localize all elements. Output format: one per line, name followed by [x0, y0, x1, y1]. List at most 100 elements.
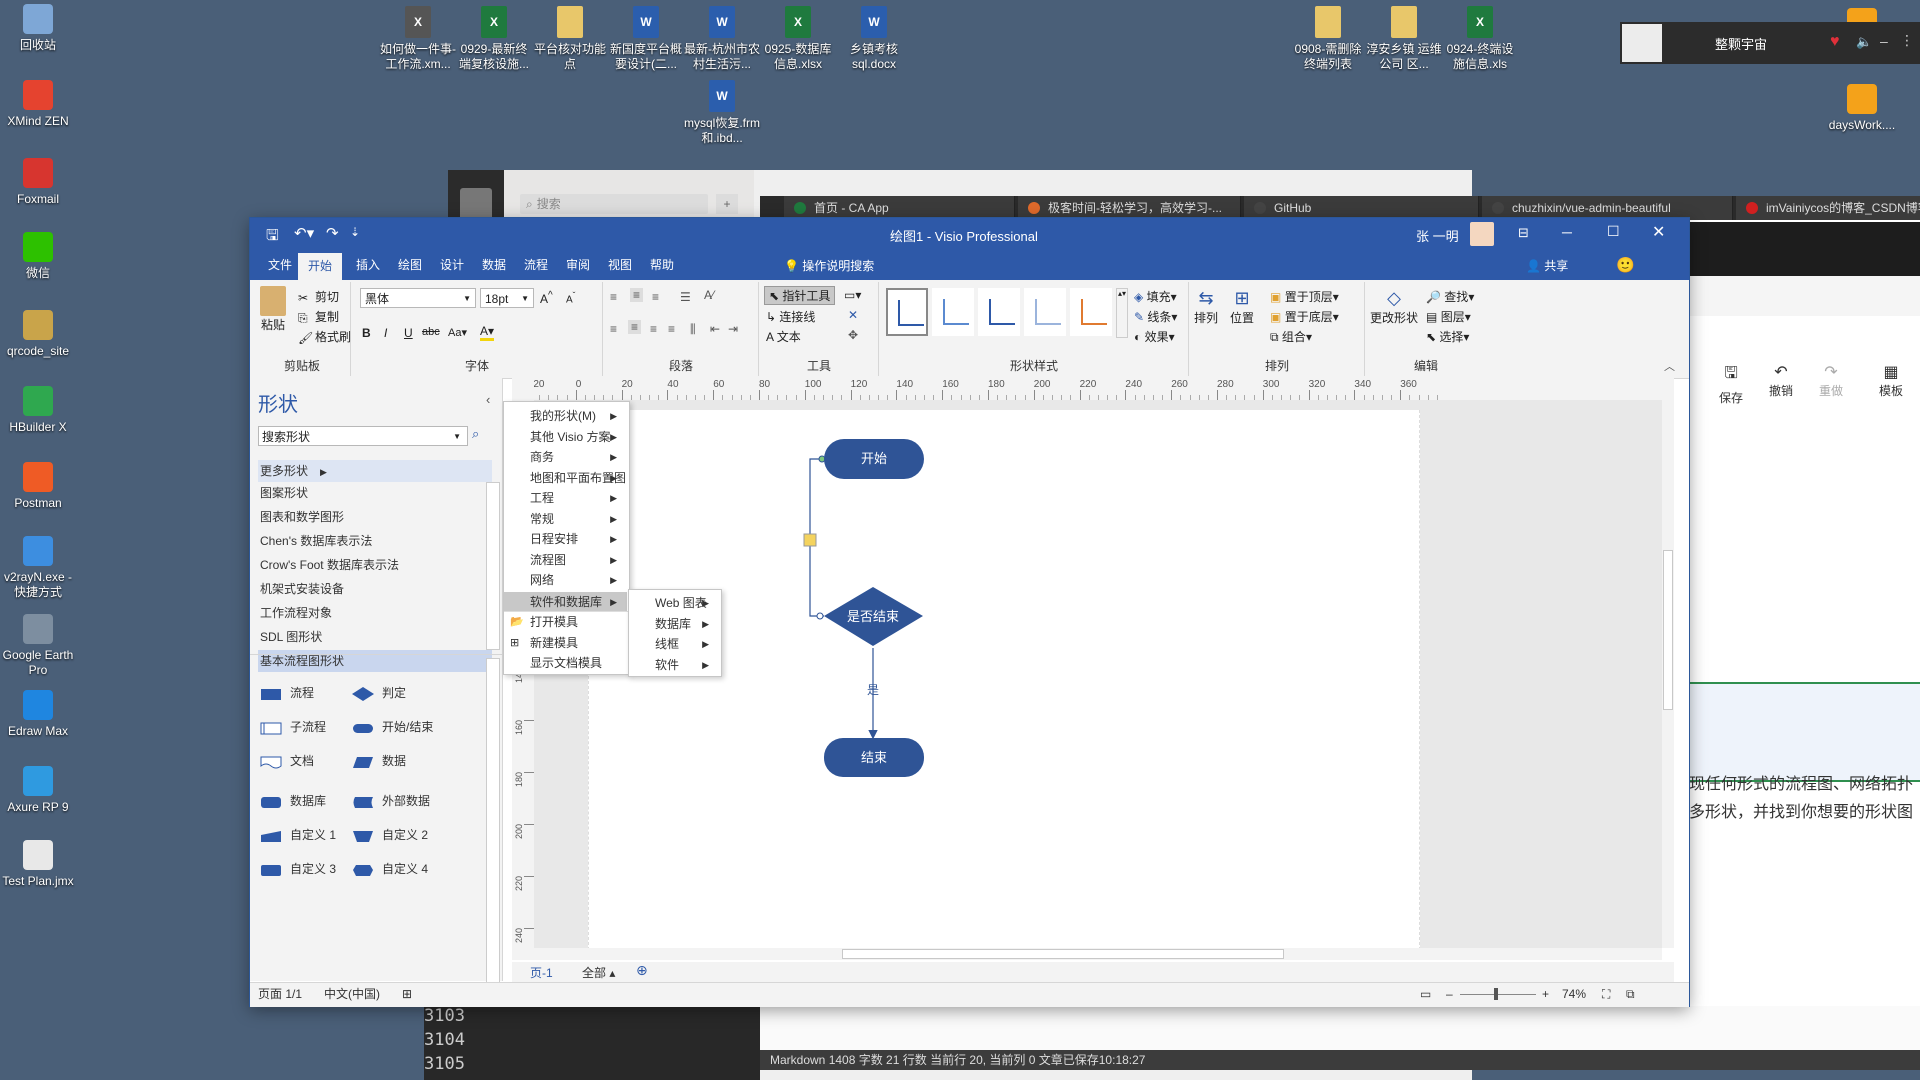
desktop-icon[interactable]: Google Earth Pro [0, 614, 76, 678]
menu-item[interactable]: 流程图 ▶ [504, 550, 627, 570]
desktop-file[interactable]: 淳安乡镇 运维公司 区... [1366, 6, 1442, 72]
connector-end-handle[interactable] [816, 612, 824, 620]
desktop-icon[interactable]: Foxmail [0, 158, 76, 207]
tab-favicon-icon [1254, 202, 1266, 214]
yes-label: 是 [867, 683, 879, 697]
language-status: 中文(中国) [324, 987, 380, 1001]
desktop-icon[interactable]: qrcode_site [0, 310, 76, 359]
desktop-icon[interactable]: 回收站 [0, 4, 76, 53]
menu-item[interactable]: 工程 ▶ [504, 488, 627, 508]
menu-item[interactable]: 我的形状(M) ▶ [504, 406, 627, 426]
desktop-file[interactable]: W 最新-杭州市农村生活污... [684, 6, 760, 72]
menu-item[interactable]: 地图和平面布置图 ▶ [504, 468, 627, 488]
v2ray-icon [23, 536, 53, 566]
desktop-file[interactable]: W 新国度平台概要设计(二... [608, 6, 684, 72]
desktop-file[interactable]: 平台核对功能点 [532, 6, 608, 72]
desktop-file[interactable]: X 0925-数据库信息.xlsx [760, 6, 836, 72]
menu-item[interactable]: ⊞ 新建模具 [504, 633, 627, 653]
presentation-mode-icon[interactable]: ▭ [1420, 983, 1431, 1005]
new-stencil-icon: ⊞ [510, 636, 520, 649]
page-tab-1[interactable]: 页-1 [530, 964, 553, 981]
vertical-scrollbar[interactable] [1662, 400, 1674, 948]
menu-item[interactable]: 显示文档模具 [504, 653, 627, 673]
background-code-editor: 3103 3104 3105 [424, 1000, 760, 1080]
zoom-slider-thumb[interactable] [1494, 988, 1498, 1000]
desktop-icon[interactable]: 微信 [0, 232, 76, 281]
add-page-icon[interactable]: ⊕ [636, 962, 648, 979]
add-chat-button[interactable]: + [716, 194, 738, 214]
volume-icon[interactable]: 🔈 [1856, 34, 1872, 50]
zoom-level[interactable]: 74% [1562, 983, 1586, 1005]
menu-item[interactable]: 其他 Visio 方案 ▶ [504, 427, 627, 447]
desktop-file[interactable]: 0908-需删除终端列表 [1290, 6, 1366, 72]
end-label: 结束 [861, 750, 887, 765]
submenu-item[interactable]: 数据库 ▶ [629, 614, 719, 634]
decision-shape[interactable]: 是否结束 [824, 587, 923, 646]
drag-icon[interactable]: ⋮ [1900, 32, 1914, 49]
browser-tab[interactable]: GitHub [1244, 196, 1479, 220]
page-number-status[interactable]: 页面 1/1 [258, 983, 302, 1005]
undo-button[interactable]: ↶ 撤销 [1769, 362, 1793, 399]
tab-favicon-icon [1746, 202, 1758, 214]
menu-item[interactable]: 商务 ▶ [504, 447, 627, 467]
submenu-item[interactable]: 线框 ▶ [629, 634, 719, 654]
zoom-slider[interactable] [1460, 988, 1536, 1000]
desktop-icon[interactable]: daysWork.... [1824, 84, 1900, 133]
desktop-file[interactable]: W 乡镇考核sql.docx [836, 6, 912, 72]
desktop-icon-label: HBuilder X [9, 420, 67, 434]
redo-button[interactable]: ↷ 重做 [1819, 362, 1843, 399]
desktop-file[interactable]: X 0924-终端设施信息.xls [1442, 6, 1518, 72]
submenu-item-label: Web 图表 [655, 596, 707, 610]
submenu-arrow-icon: ▶ [610, 431, 617, 442]
zoom-out-icon[interactable]: – [1446, 983, 1453, 1005]
editor-line-number: 3104 [424, 1030, 465, 1050]
browser-tab[interactable]: 首页 - CA App [784, 196, 1015, 220]
vertical-scroll-thumb[interactable] [1663, 550, 1673, 710]
desktop-icon[interactable]: v2rayN.exe - 快捷方式 [0, 536, 76, 600]
heart-icon[interactable]: ♥ [1830, 33, 1840, 51]
minimize-icon[interactable]: – [1880, 33, 1888, 49]
desktop-file[interactable]: Wmysql恢复.frm和.ibd... [684, 80, 760, 146]
desktop-icon[interactable]: HBuilder X [0, 386, 76, 435]
submenu-item[interactable]: Web 图表 ▶ [629, 593, 719, 613]
horizontal-scroll-thumb[interactable] [842, 949, 1284, 959]
menu-item[interactable]: 📂 打开模具 [504, 612, 627, 632]
switch-windows-icon[interactable]: ⧉ [1626, 983, 1635, 1005]
desktop-icon[interactable]: Postman [0, 462, 76, 511]
desktop-icon[interactable]: Edraw Max [0, 690, 76, 739]
desktop-icon[interactable]: XMind ZEN [0, 80, 76, 129]
start-shape[interactable]: 开始 [824, 439, 924, 479]
menu-item[interactable]: 软件和数据库 ▶ [504, 592, 627, 612]
horizontal-scrollbar[interactable] [512, 948, 1662, 960]
submenu-item[interactable]: 软件 ▶ [629, 655, 719, 675]
fit-page-icon[interactable]: ⛶ [1602, 983, 1610, 1005]
connector-control-handle[interactable] [803, 533, 817, 547]
all-pages-tab[interactable]: 全部 ▴ [582, 964, 615, 981]
menu-item[interactable]: 日程安排 ▶ [504, 529, 627, 549]
menu-item[interactable]: 常规 ▶ [504, 509, 627, 529]
editor-line-number: 3103 [424, 1006, 465, 1026]
flowchart-diagram[interactable]: 开始 是否结束 是 结束 [250, 218, 1689, 1006]
macro-record-icon[interactable]: ⊞ [402, 983, 412, 1005]
save-button[interactable]: 🖫 保存 [1719, 362, 1743, 406]
desktop-file[interactable]: X 如何做一件事-工作流.xm... [380, 6, 456, 72]
chat-search-input[interactable]: ⌕ 搜索 [520, 194, 708, 214]
chat-search-placeholder: 搜索 [536, 197, 561, 211]
word-doc-icon: W [709, 6, 735, 38]
submenu-item-label: 线框 [655, 637, 680, 651]
browser-tab[interactable]: imVainiycos的博客_CSDN博客 [1736, 196, 1920, 220]
submenu-item-label: 软件 [655, 657, 680, 672]
end-shape[interactable]: 结束 [824, 738, 924, 777]
template-button[interactable]: ▦ 模板 [1879, 362, 1903, 399]
desktop-icon[interactable]: Test Plan.jmx [0, 840, 76, 889]
status-bar: 页面 1/1 中文(中国) ⊞ ▭ – + 74% ⛶ ⧉ [250, 982, 1689, 1007]
desktop-icon[interactable]: Axure RP 9 [0, 766, 76, 815]
desktop-file-label: 0924-终端设施信息.xls [1446, 42, 1514, 71]
menu-item[interactable]: 网络 ▶ [504, 570, 627, 590]
music-widget[interactable]: 整颗宇宙 ♥ 🔈 – ⋮ [1620, 22, 1920, 64]
desktop-file[interactable]: X 0929-最新终端复核设施... [456, 6, 532, 72]
browser-tab[interactable]: 极客时间-轻松学习，高效学习-... [1018, 196, 1241, 220]
menu-item-label: 商务 [530, 450, 555, 464]
zoom-in-icon[interactable]: + [1542, 983, 1549, 1005]
browser-tab[interactable]: chuzhixin/vue-admin-beautiful [1482, 196, 1733, 220]
